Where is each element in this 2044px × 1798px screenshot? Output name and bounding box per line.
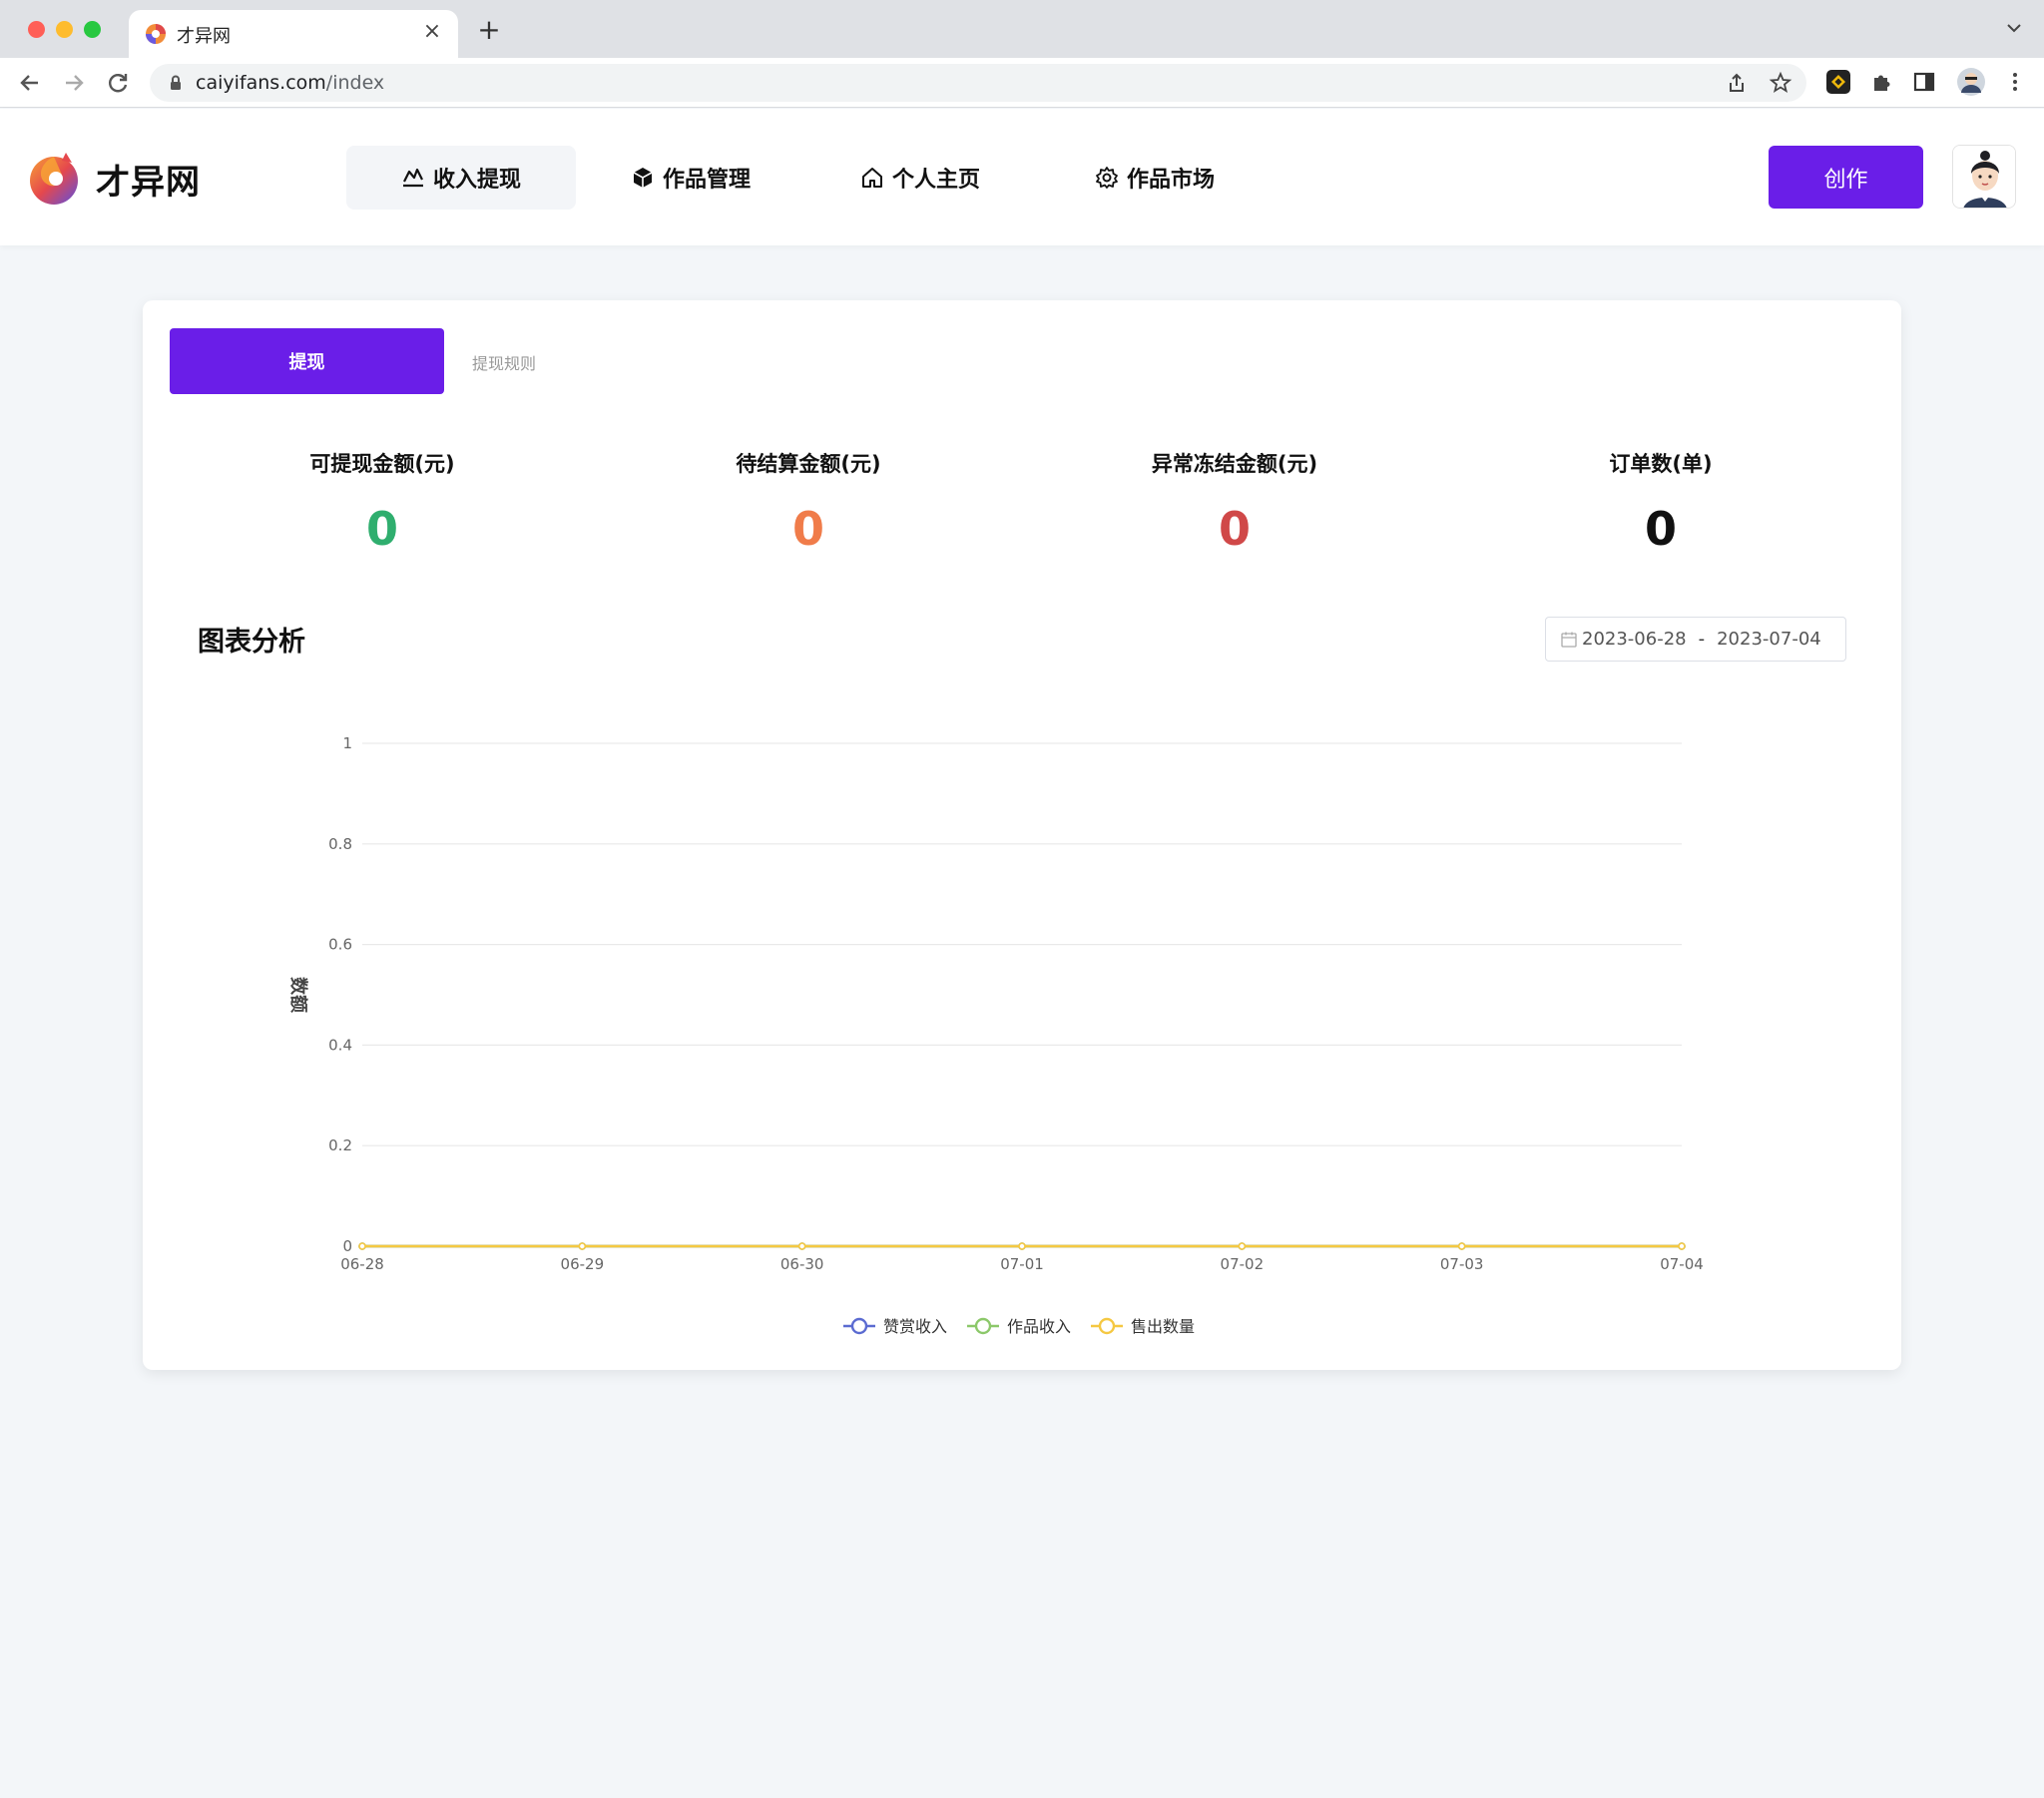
nav-personal-home[interactable]: 个人主页: [805, 146, 1035, 210]
nav-income-withdraw[interactable]: 收入提现: [346, 146, 576, 210]
legend-marker: [974, 1317, 992, 1335]
user-avatar-icon: [1953, 146, 2015, 208]
data-point: [1457, 1242, 1466, 1250]
site-logo-icon[interactable]: [26, 149, 84, 207]
income-card: 提现 提现规则 可提现金额(元) 0 待结算金额(元) 0 异常冻结金额(元) …: [143, 300, 1901, 1370]
y-tick-label: 1: [342, 734, 352, 752]
y-tick-label: 0.8: [328, 835, 352, 853]
legend-marker: [1098, 1317, 1116, 1335]
nav-label: 作品管理: [662, 168, 751, 193]
bookmark-star-icon[interactable]: [1769, 71, 1792, 95]
y-tick-label: 0.2: [328, 1136, 352, 1154]
x-tick-label: 06-28: [340, 1255, 384, 1273]
window-minimize-button[interactable]: [56, 21, 73, 38]
extension-binance-icon[interactable]: [1825, 69, 1851, 95]
data-point: [797, 1242, 806, 1250]
nav-label: 个人主页: [891, 168, 980, 193]
user-avatar[interactable]: [1952, 145, 2016, 209]
create-button[interactable]: 创作: [1769, 146, 1923, 209]
browser-tab[interactable]: 才异网 ×: [129, 10, 458, 58]
forward-icon[interactable]: [58, 67, 90, 99]
data-point: [578, 1242, 587, 1250]
window-close-button[interactable]: [28, 21, 45, 38]
share-icon[interactable]: [1725, 71, 1749, 95]
income-line-chart: 0 0.2 0.4 0.6 0.8 1 06-28 06-29 06-30 07-01 07-02 0…: [287, 734, 1704, 1336]
window-maximize-button[interactable]: [84, 21, 101, 38]
x-tick-label: 07-01: [1000, 1255, 1044, 1273]
gear-icon: [1096, 167, 1118, 189]
address-bar[interactable]: caiyifans.com/index: [150, 64, 1806, 102]
site-favicon-icon: [146, 24, 166, 44]
data-point: [1018, 1242, 1026, 1250]
chart-icon: [402, 168, 423, 188]
y-axis-label: 数额: [287, 977, 309, 1013]
x-tick-label: 06-30: [780, 1255, 824, 1273]
profile-avatar-icon[interactable]: [1956, 67, 1986, 97]
new-tab-button[interactable]: +: [475, 16, 503, 44]
x-tick-label: 07-04: [1660, 1255, 1704, 1273]
tab-search-chevron-icon[interactable]: [2004, 18, 2024, 38]
nav-label: 收入提现: [432, 168, 521, 193]
legend-label: 作品收入: [1007, 1317, 1071, 1336]
y-tick-label: 0.6: [328, 936, 352, 954]
data-point: [358, 1242, 366, 1250]
legend-label: 售出数量: [1131, 1317, 1195, 1336]
data-point: [1678, 1242, 1686, 1250]
browser-menu-icon[interactable]: [2002, 69, 2028, 95]
tab-title: 才异网: [177, 26, 231, 47]
nav-label: 作品市场: [1126, 168, 1215, 193]
data-point: [1238, 1242, 1247, 1250]
x-tick-label: 07-02: [1221, 1255, 1265, 1273]
legend-label: 赞赏收入: [883, 1317, 947, 1336]
browser-toolbar: caiyifans.com/index: [0, 58, 2044, 108]
lock-icon: [171, 75, 181, 90]
legend-marker: [850, 1317, 868, 1335]
url-text: caiyifans.com/index: [196, 72, 385, 94]
tab-close-icon[interactable]: ×: [418, 18, 446, 46]
site-logo-text[interactable]: 才异网: [96, 155, 201, 204]
cube-icon: [633, 168, 653, 188]
x-tick-label: 06-29: [561, 1255, 605, 1273]
y-tick-label: 0.4: [328, 1036, 352, 1054]
nav-works-market[interactable]: 作品市场: [1035, 146, 1275, 210]
side-panel-icon[interactable]: [1911, 69, 1937, 95]
browser-tab-bar: 才异网 × +: [0, 0, 2044, 58]
site-header: 才异网 收入提现 作品管理 个人主页 作品市场 创作: [0, 109, 2044, 245]
nav-works-manage[interactable]: 作品管理: [576, 146, 805, 210]
y-tick-label: 0: [342, 1237, 352, 1255]
reload-icon[interactable]: [102, 67, 134, 99]
extensions-puzzle-icon[interactable]: [1868, 69, 1894, 95]
back-icon[interactable]: [14, 67, 46, 99]
x-tick-label: 07-03: [1440, 1255, 1484, 1273]
home-icon: [861, 168, 882, 188]
